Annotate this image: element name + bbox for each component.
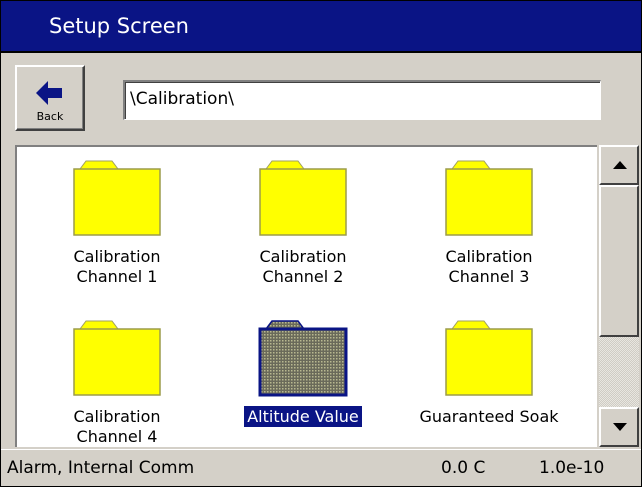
arrow-down-icon	[613, 423, 627, 431]
folder-guaranteed-soak[interactable]: Guaranteed Soak	[399, 319, 579, 427]
folder-calibration-channel-2[interactable]: Calibration Channel 2	[213, 159, 393, 287]
status-message: Alarm, Internal Comm	[7, 458, 195, 478]
title-bar: Setup Screen	[1, 1, 641, 53]
toolbar: Back \Calibration\	[1, 53, 641, 143]
scrollbar-thumb[interactable]	[599, 185, 639, 337]
folder-altitude-value[interactable]: Altitude Value	[213, 319, 393, 428]
scroll-up-button[interactable]	[599, 145, 639, 185]
status-value: 1.0e-10	[539, 458, 605, 478]
status-temperature: 0.0 C	[441, 458, 486, 478]
folder-icon	[73, 320, 161, 396]
back-button-label: Back	[36, 110, 64, 123]
folder-label-line1: Altitude Value	[243, 405, 363, 428]
arrow-up-icon	[613, 161, 627, 169]
folder-label-line2: Channel 3	[448, 267, 530, 286]
folder-label-line1: Calibration	[445, 247, 533, 266]
folder-label-line1: Calibration	[73, 247, 161, 266]
folder-label-line1: Calibration	[73, 407, 161, 426]
folder-calibration-channel-1[interactable]: Calibration Channel 1	[27, 159, 207, 287]
folder-icon	[445, 320, 533, 396]
window-title: Setup Screen	[49, 14, 189, 38]
folder-label-line2: Channel 4	[76, 427, 158, 446]
folder-icon	[259, 160, 347, 236]
folder-label-line2: Channel 1	[76, 267, 158, 286]
back-button[interactable]: Back	[15, 65, 85, 131]
folder-icon	[73, 160, 161, 236]
folder-view: Calibration Channel 1 Calibration Channe…	[15, 145, 597, 447]
scroll-down-button[interactable]	[599, 407, 639, 447]
status-bar: Alarm, Internal Comm 0.0 C 1.0e-10	[1, 449, 641, 486]
folder-calibration-channel-3[interactable]: Calibration Channel 3	[399, 159, 579, 287]
vertical-scrollbar[interactable]	[599, 145, 639, 447]
folder-calibration-channel-4[interactable]: Calibration Channel 4	[27, 319, 207, 447]
folder-label-line1: Guaranteed Soak	[419, 407, 559, 426]
folder-label-line1: Calibration	[259, 247, 347, 266]
folder-label-line2: Channel 2	[262, 267, 344, 286]
path-field[interactable]: \Calibration\	[123, 80, 601, 120]
folder-icon	[258, 320, 348, 397]
back-arrow-icon	[36, 81, 62, 105]
folder-icon	[445, 160, 533, 236]
setup-window: Setup Screen Back \Calibration\ Calibrat…	[0, 0, 642, 487]
